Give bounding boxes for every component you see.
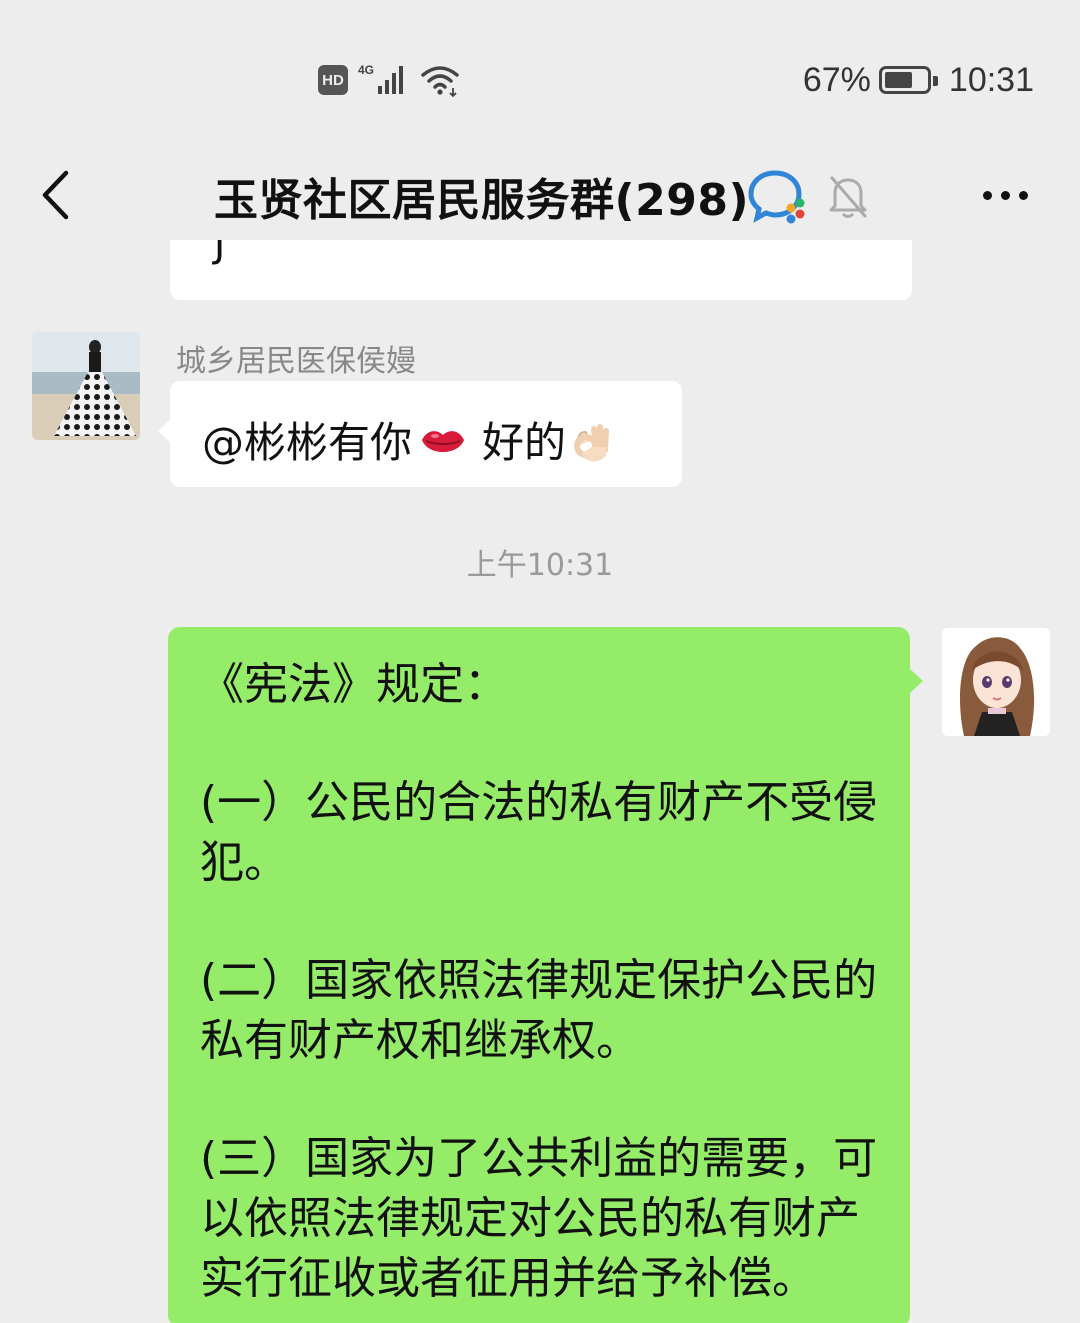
avatar-photo xyxy=(32,332,140,440)
more-button[interactable] xyxy=(970,170,1040,220)
status-right: 67% 10:31 xyxy=(803,58,1034,102)
my-avatar[interactable] xyxy=(942,628,1050,736)
message-text: @彬彬有你 xyxy=(202,418,413,467)
wifi-icon xyxy=(421,66,459,98)
wecom-chat-icon[interactable] xyxy=(748,168,810,226)
avatar-illustration xyxy=(942,628,1050,736)
message-paragraph: (二）国家依照法律规定保护公民的私有财产权和继承权。 xyxy=(200,955,878,1066)
battery-percent: 67% xyxy=(802,60,871,99)
more-icon-dot xyxy=(1018,190,1028,200)
ok-hand-emoji-icon xyxy=(574,423,610,462)
sender-avatar[interactable] xyxy=(32,332,140,440)
mute-bell-icon xyxy=(829,176,867,218)
more-icon-dot xyxy=(1000,190,1010,200)
status-bar: HD 4G 67% 10:31 xyxy=(0,0,1080,150)
status-left: HD 4G xyxy=(318,60,462,100)
signal-4g-icon: 4G xyxy=(358,63,403,94)
back-button[interactable] xyxy=(30,165,80,225)
chat-screen: HD 4G 67% 10:31 玉贤社区居民服务群(298) J 城乡居民医保侯… xyxy=(0,0,1080,1323)
clock: 10:31 xyxy=(948,60,1034,99)
chat-header: 玉贤社区居民服务群(298) xyxy=(0,150,1080,240)
outgoing-message-bubble[interactable]: 《宪法》规定： (一）公民的合法的私有财产不受侵犯。 (二）国家依照法律规定保护… xyxy=(168,627,923,1323)
message-paragraph: 《宪法》规定： xyxy=(200,659,508,710)
sender-name: 城乡居民医保侯嫚 xyxy=(176,344,416,379)
back-arrow-icon xyxy=(42,170,69,220)
previous-message-bubble[interactable]: J xyxy=(170,240,912,300)
battery-icon xyxy=(878,66,938,94)
lips-emoji-icon xyxy=(422,430,465,452)
message-paragraph: (三）国家为了公共利益的需要，可以依照法律规定对公民的私有财产实行征收或者征用并… xyxy=(200,1133,878,1304)
incoming-message-bubble[interactable]: @彬彬有你 好的 xyxy=(158,381,682,487)
message-text-reply: 好的 xyxy=(482,418,567,467)
network-type-label: 4G xyxy=(358,63,374,77)
message-list[interactable]: J 城乡居民医保侯嫚 @彬彬有你 好的 上午10:31 《宪法》规定： (一）公… xyxy=(0,240,1080,1323)
previous-message-fragment: J xyxy=(214,240,226,266)
message-paragraph: (一）公民的合法的私有财产不受侵犯。 xyxy=(200,777,878,888)
message-timestamp: 上午10:31 xyxy=(466,548,614,583)
more-icon-dot xyxy=(982,190,992,200)
group-title: 玉贤社区居民服务群(298) xyxy=(214,175,750,226)
hd-badge: HD xyxy=(318,65,348,95)
